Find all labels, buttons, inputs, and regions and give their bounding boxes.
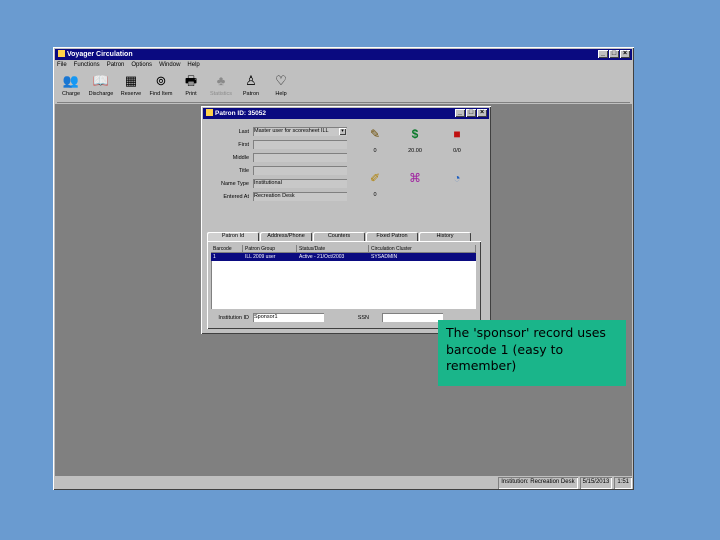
tab-address-phone[interactable]: Address/Phone bbox=[260, 232, 312, 241]
cell-barcode: 1 bbox=[213, 254, 216, 260]
title-field[interactable] bbox=[253, 166, 347, 175]
middle-name-label: Middle bbox=[232, 155, 249, 161]
tab-history[interactable]: History bbox=[419, 232, 471, 241]
cell-circ-cluster: SYSADMIN bbox=[371, 254, 398, 260]
app-icon bbox=[58, 50, 65, 57]
entered-at-label: Entered At bbox=[223, 194, 249, 200]
address-icon[interactable]: ⌘ bbox=[406, 169, 424, 187]
menu-options[interactable]: Options bbox=[131, 61, 152, 70]
binoculars-icon: ⊚ bbox=[155, 73, 167, 88]
title-label: Title bbox=[238, 168, 249, 174]
menu-functions[interactable]: Functions bbox=[74, 61, 100, 70]
ssn-label: SSN bbox=[357, 315, 369, 321]
tab-counters[interactable]: Counters bbox=[313, 232, 365, 241]
dollar-icon[interactable]: $ bbox=[406, 125, 424, 143]
toolbar: 👥 Charge 📖 Discharge ▦ Reserve ⊚ Find Item 🖶… bbox=[57, 71, 630, 103]
tab-patron-id[interactable]: Patron Id bbox=[207, 232, 259, 241]
barcode-table[interactable]: Barcode Patron Group Status/Date Circula… bbox=[211, 245, 476, 309]
status-time: 1:51 bbox=[614, 477, 632, 489]
entered-at-field[interactable]: Recreation Desk bbox=[253, 192, 347, 201]
last-name-value: Master user for scoresheet ILL bbox=[254, 128, 329, 134]
help-button[interactable]: ♡ Help bbox=[267, 71, 295, 102]
minimize-button[interactable]: _ bbox=[598, 50, 608, 58]
institution-id-label: Institution ID bbox=[218, 315, 249, 321]
name-type-field[interactable]: Institutional bbox=[253, 179, 347, 188]
notes-count: 0 bbox=[373, 192, 377, 198]
last-name-label: Last bbox=[238, 129, 249, 135]
book-return-icon: 📖 bbox=[92, 73, 110, 88]
tree-icon: ♣ bbox=[216, 73, 226, 88]
people-icon: 👥 bbox=[62, 73, 80, 88]
patron-close-button[interactable]: × bbox=[477, 109, 487, 117]
last-name-field[interactable]: Master user for scoresheet ILL ▾ bbox=[253, 127, 347, 136]
print-button[interactable]: 🖶 Print bbox=[177, 71, 205, 102]
reserve-icon: ▦ bbox=[124, 73, 138, 88]
maximize-button[interactable]: □ bbox=[609, 50, 619, 58]
person-icon: ♙ bbox=[245, 73, 257, 88]
find-item-button[interactable]: ⊚ Find Item bbox=[147, 71, 175, 102]
col-patron-group[interactable]: Patron Group bbox=[243, 245, 297, 253]
institution-id-field[interactable]: Sponsor1 bbox=[253, 313, 324, 322]
heart-help-icon: ♡ bbox=[275, 73, 287, 88]
patron-window: Patron ID: 35052 _ □ × Last Master user … bbox=[201, 106, 491, 334]
patron-tabs: Patron Id Address/Phone Counters Fixed P… bbox=[207, 232, 472, 241]
tab-fixed-patron[interactable]: Fixed Patron bbox=[366, 232, 418, 241]
requests-icon[interactable]: ■ bbox=[448, 125, 466, 143]
name-type-label: Name Type bbox=[220, 181, 249, 187]
patron-minimize-button[interactable]: _ bbox=[455, 109, 465, 117]
cell-patron-group: ILL 2009 user bbox=[245, 254, 276, 260]
col-status-date[interactable]: Status/Date bbox=[297, 245, 369, 253]
printer-icon: 🖶 bbox=[184, 73, 198, 88]
status-bar: Institution: Recreation Desk 5/15/2013 1… bbox=[55, 477, 632, 489]
stats-icon[interactable]: ◔ bbox=[448, 169, 466, 187]
patron-id-panel: Barcode Patron Group Status/Date Circula… bbox=[207, 241, 481, 329]
first-name-label: First bbox=[238, 142, 249, 148]
patron-maximize-button[interactable]: □ bbox=[466, 109, 476, 117]
requests-count: 0/0 bbox=[453, 148, 461, 154]
statistics-button[interactable]: ♣ Statistics bbox=[207, 71, 235, 102]
charges-count: 0 bbox=[373, 148, 377, 154]
charges-icon[interactable]: ✎ bbox=[366, 125, 384, 143]
close-button[interactable]: × bbox=[620, 50, 630, 58]
charge-button[interactable]: 👥 Charge bbox=[57, 71, 85, 102]
voyager-app-window: Voyager Circulation _ □ × File Functions… bbox=[53, 47, 634, 490]
table-header: Barcode Patron Group Status/Date Circula… bbox=[211, 245, 476, 253]
patron-window-icon bbox=[206, 109, 213, 116]
menu-help[interactable]: Help bbox=[187, 61, 199, 70]
patron-titlebar: Patron ID: 35052 _ □ × bbox=[203, 108, 489, 119]
window-controls: _ □ × bbox=[598, 50, 630, 58]
status-date: 5/15/2013 bbox=[580, 477, 613, 489]
col-circ-cluster[interactable]: Circulation Cluster bbox=[369, 245, 476, 253]
ssn-field[interactable] bbox=[382, 313, 443, 322]
status-institution: Institution: Recreation Desk bbox=[498, 477, 577, 489]
menu-bar: File Functions Patron Options Window Hel… bbox=[57, 61, 200, 70]
reserve-button[interactable]: ▦ Reserve bbox=[117, 71, 145, 102]
discharge-button[interactable]: 📖 Discharge bbox=[87, 71, 115, 102]
table-row[interactable]: 1 ILL 2009 user Active - 21/Oct/2003 SYS… bbox=[211, 253, 476, 261]
cell-status-date: Active - 21/Oct/2003 bbox=[299, 254, 345, 260]
app-titlebar: Voyager Circulation _ □ × bbox=[55, 49, 632, 60]
menu-window[interactable]: Window bbox=[159, 61, 180, 70]
middle-name-field[interactable] bbox=[253, 153, 347, 162]
callout-note: The 'sponsor' record uses barcode 1 (eas… bbox=[438, 320, 626, 386]
app-title: Voyager Circulation bbox=[67, 51, 133, 58]
patron-window-controls: _ □ × bbox=[455, 109, 487, 117]
patron-window-title: Patron ID: 35052 bbox=[215, 110, 266, 117]
menu-file[interactable]: File bbox=[57, 61, 67, 70]
chevron-down-icon[interactable]: ▾ bbox=[339, 128, 346, 135]
notes-icon[interactable]: ✐ bbox=[366, 169, 384, 187]
col-barcode[interactable]: Barcode bbox=[211, 245, 243, 253]
menu-patron[interactable]: Patron bbox=[107, 61, 125, 70]
first-name-field[interactable] bbox=[253, 140, 347, 149]
fines-amount: 20.00 bbox=[408, 148, 422, 154]
patron-button[interactable]: ♙ Patron bbox=[237, 71, 265, 102]
